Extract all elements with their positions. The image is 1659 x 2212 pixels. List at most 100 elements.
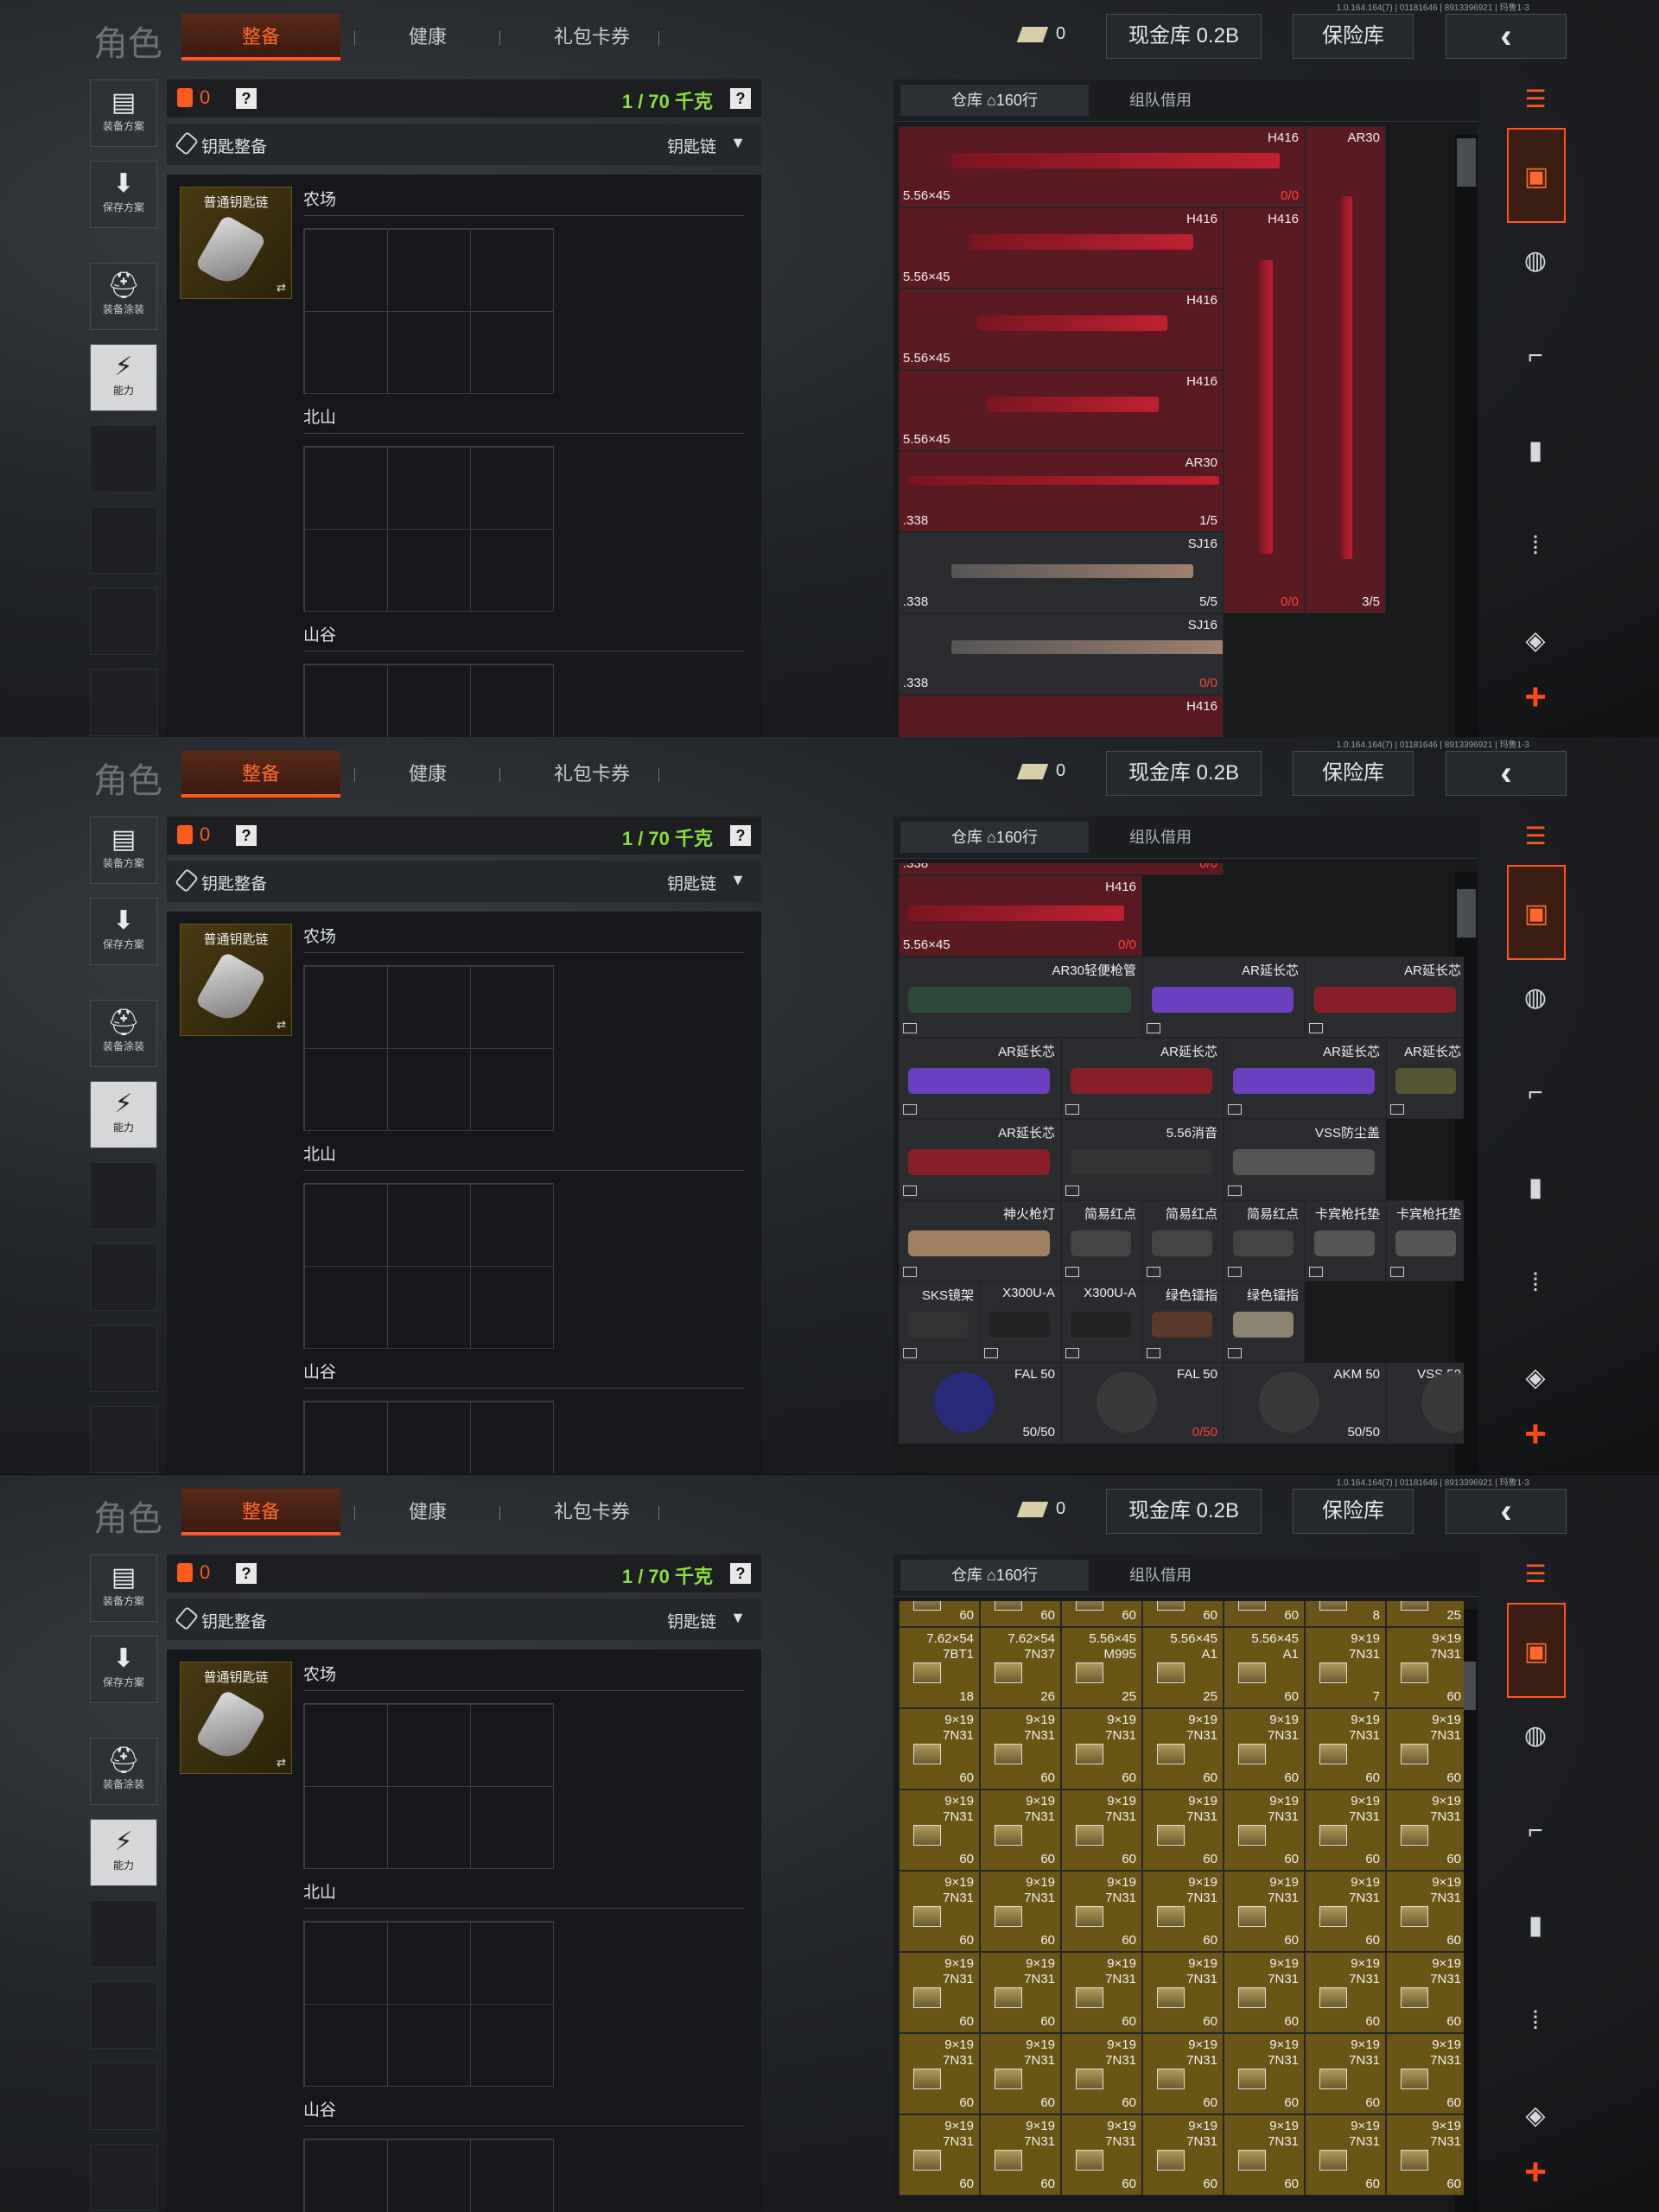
inventory-item[interactable]: AR30 .338 1/5 <box>899 451 1224 532</box>
sidebar-item[interactable]: ⛑ 装备涂装 <box>90 1738 157 1805</box>
inventory-item[interactable]: FAL 50 50/50 <box>899 1363 1061 1444</box>
inventory-item[interactable]: H416 <box>899 695 1224 737</box>
scope-category-icon[interactable]: ◈ <box>1512 607 1559 676</box>
inventory-item[interactable]: 60 9×19 7N31 <box>1142 1789 1224 1871</box>
key-slot-grid[interactable] <box>303 228 554 394</box>
sidebar-item[interactable]: ⛑ 装备涂装 <box>90 263 157 330</box>
inventory-item[interactable]: 60 9×19 7N31 <box>1142 1708 1224 1789</box>
keychain-bar[interactable]: 钥匙整备 钥匙链 ▼ <box>167 861 761 902</box>
tab-gift-cards[interactable]: 礼包卡券 <box>523 1489 661 1535</box>
inventory-item[interactable]: X300U-A <box>980 1281 1061 1363</box>
inventory-item[interactable]: AR延长芯 <box>1305 957 1464 1038</box>
inventory-item[interactable]: 60 5.56×45 A1 <box>1224 1627 1305 1708</box>
inventory-item[interactable]: H416 5.56×45 0/0 <box>899 875 1142 957</box>
tab-warehouse[interactable]: 仓库 ⌂160行 <box>900 85 1089 116</box>
ammo-category-icon[interactable]: ⁞ <box>1512 1986 1559 2056</box>
tab-loadout[interactable]: 整备 <box>181 14 340 60</box>
inventory-item[interactable]: 60 9×19 7N31 <box>1142 1952 1224 2033</box>
cash-vault-button[interactable]: 现金库 0.2B <box>1106 1489 1262 1534</box>
inventory-item[interactable]: 60 9×19 7N31 <box>1061 1708 1142 1789</box>
inventory-item[interactable]: 25 5.56×45 M995 <box>1061 1627 1142 1708</box>
key-slot-grid[interactable] <box>303 1921 554 2087</box>
add-icon[interactable]: + <box>1512 676 1559 719</box>
sidebar-item[interactable]: ⚡ 能力 <box>90 1819 157 1886</box>
cash-vault-button[interactable]: 现金库 0.2B <box>1106 14 1262 59</box>
keychain-dropdown[interactable]: 钥匙链 <box>667 871 716 894</box>
inventory-item[interactable]: 60 <box>899 1601 980 1627</box>
help-icon[interactable]: ? <box>236 88 257 109</box>
inventory-item[interactable]: SJ16 .338 0/0 <box>899 613 1224 695</box>
tab-warehouse[interactable]: 仓库 ⌂160行 <box>900 1560 1089 1591</box>
inventory-item[interactable]: H416 0/0 <box>1224 207 1305 613</box>
magazine-category-icon[interactable]: ▮ <box>1512 416 1559 486</box>
scope-category-icon[interactable]: ◈ <box>1512 1344 1559 1413</box>
ammo-category-icon[interactable]: ⁞ <box>1512 512 1559 581</box>
backpack-category-icon[interactable]: ◍ <box>1512 963 1559 1033</box>
inventory-item[interactable]: AR延长芯 <box>1142 957 1305 1038</box>
inventory-item[interactable]: 60 9×19 7N31 <box>899 2033 980 2114</box>
inventory-item[interactable]: AR延长芯 <box>1061 1038 1224 1119</box>
inventory-item[interactable]: 60 9×19 7N31 <box>1305 1952 1386 2033</box>
inventory-item[interactable]: 简易红点 <box>1224 1200 1305 1281</box>
keychain-bar[interactable]: 钥匙整备 钥匙链 ▼ <box>167 124 761 165</box>
inventory-item[interactable]: 60 <box>1224 1601 1305 1627</box>
key-slot-grid[interactable] <box>303 664 554 737</box>
ticket-counter[interactable]: 0 <box>1016 761 1065 781</box>
inventory-item[interactable]: 绿色镭指 <box>1142 1281 1224 1363</box>
inventory-item[interactable]: H416 5.56×45 0/0 <box>899 126 1305 207</box>
inventory-item[interactable]: 25 <box>1386 1601 1464 1627</box>
inventory-item[interactable]: 60 9×19 7N31 <box>899 1708 980 1789</box>
key-slot-grid[interactable] <box>303 1401 554 1474</box>
inventory-item[interactable]: AR30 3/5 <box>1305 126 1386 613</box>
inventory-item[interactable]: 60 9×19 7N31 <box>1386 1708 1464 1789</box>
safe-vault-button[interactable]: 保险库 <box>1293 751 1414 796</box>
sidebar-item[interactable]: ⚡ 能力 <box>90 344 157 411</box>
inventory-item[interactable]: 60 9×19 7N31 <box>980 2114 1061 2196</box>
inventory-item[interactable]: 8 <box>1305 1601 1386 1627</box>
inventory-item[interactable]: 60 9×19 7N31 <box>1224 1871 1305 1952</box>
ticket-counter[interactable]: 0 <box>1016 1499 1065 1519</box>
back-button[interactable]: ‹ <box>1446 751 1567 796</box>
inventory-item[interactable]: 60 9×19 7N31 <box>1224 2033 1305 2114</box>
sort-stack-icon[interactable]: ☰ <box>1512 1560 1559 1598</box>
inventory-item[interactable]: 绿色镭指 <box>1224 1281 1305 1363</box>
tab-gift-cards[interactable]: 礼包卡券 <box>523 751 661 798</box>
inventory-item[interactable]: 60 9×19 7N31 <box>1142 1871 1224 1952</box>
inventory-item[interactable]: 60 9×19 7N31 <box>1061 2033 1142 2114</box>
inventory-item[interactable]: H416 5.56×45 <box>899 207 1224 289</box>
inventory-item[interactable]: 60 9×19 7N31 <box>1386 1627 1464 1708</box>
inventory-item[interactable]: 60 9×19 7N31 <box>1224 2114 1305 2196</box>
tab-warehouse[interactable]: 仓库 ⌂160行 <box>900 822 1089 853</box>
category-all[interactable]: ▣ <box>1507 1603 1566 1698</box>
inventory-item[interactable]: 60 <box>1061 1601 1142 1627</box>
help-icon[interactable]: ? <box>730 1563 751 1584</box>
inventory-item[interactable]: 60 <box>1142 1601 1224 1627</box>
safe-vault-button[interactable]: 保险库 <box>1293 14 1414 59</box>
inventory-item[interactable]: 60 9×19 7N31 <box>899 1871 980 1952</box>
inventory-item[interactable]: 60 9×19 7N31 <box>980 1708 1061 1789</box>
key-slot-grid[interactable] <box>303 965 554 1131</box>
keychain-item[interactable]: 普通钥匙链 ⇄ <box>180 924 292 1036</box>
tab-health[interactable]: 健康 <box>380 751 475 798</box>
tab-team-borrow[interactable]: 组队借用 <box>1096 85 1225 116</box>
inventory-item[interactable]: 25 5.56×45 A1 <box>1142 1627 1224 1708</box>
inventory-item[interactable]: 26 7.62×54 7N37 <box>980 1627 1061 1708</box>
inventory-item[interactable]: 60 9×19 7N31 <box>980 1952 1061 2033</box>
sidebar-item[interactable]: ⚡ 能力 <box>90 1081 157 1148</box>
inventory-item[interactable]: VSS防尘盖 <box>1224 1119 1386 1200</box>
inventory-item[interactable]: H416 5.56×45 <box>899 289 1224 370</box>
inventory-item[interactable]: 60 9×19 7N31 <box>980 1789 1061 1871</box>
keychain-dropdown[interactable]: 钥匙链 <box>667 1609 716 1632</box>
inventory-item[interactable]: 60 9×19 7N31 <box>1386 1952 1464 2033</box>
inventory-item[interactable]: 简易红点 <box>1142 1200 1224 1281</box>
rifle-category-icon[interactable]: ⌐ <box>1512 1058 1559 1128</box>
tab-loadout[interactable]: 整备 <box>181 751 340 798</box>
inventory-item[interactable]: 7 9×19 7N31 <box>1305 1627 1386 1708</box>
keychain-item[interactable]: 普通钥匙链 ⇄ <box>180 1662 292 1774</box>
category-all[interactable]: ▣ <box>1507 128 1566 223</box>
tab-team-borrow[interactable]: 组队借用 <box>1096 1560 1225 1591</box>
tab-team-borrow[interactable]: 组队借用 <box>1096 822 1225 853</box>
inventory-item[interactable]: 60 9×19 7N31 <box>1386 1789 1464 1871</box>
help-icon[interactable]: ? <box>730 825 751 846</box>
inventory-item[interactable]: 60 9×19 7N31 <box>1305 2114 1386 2196</box>
